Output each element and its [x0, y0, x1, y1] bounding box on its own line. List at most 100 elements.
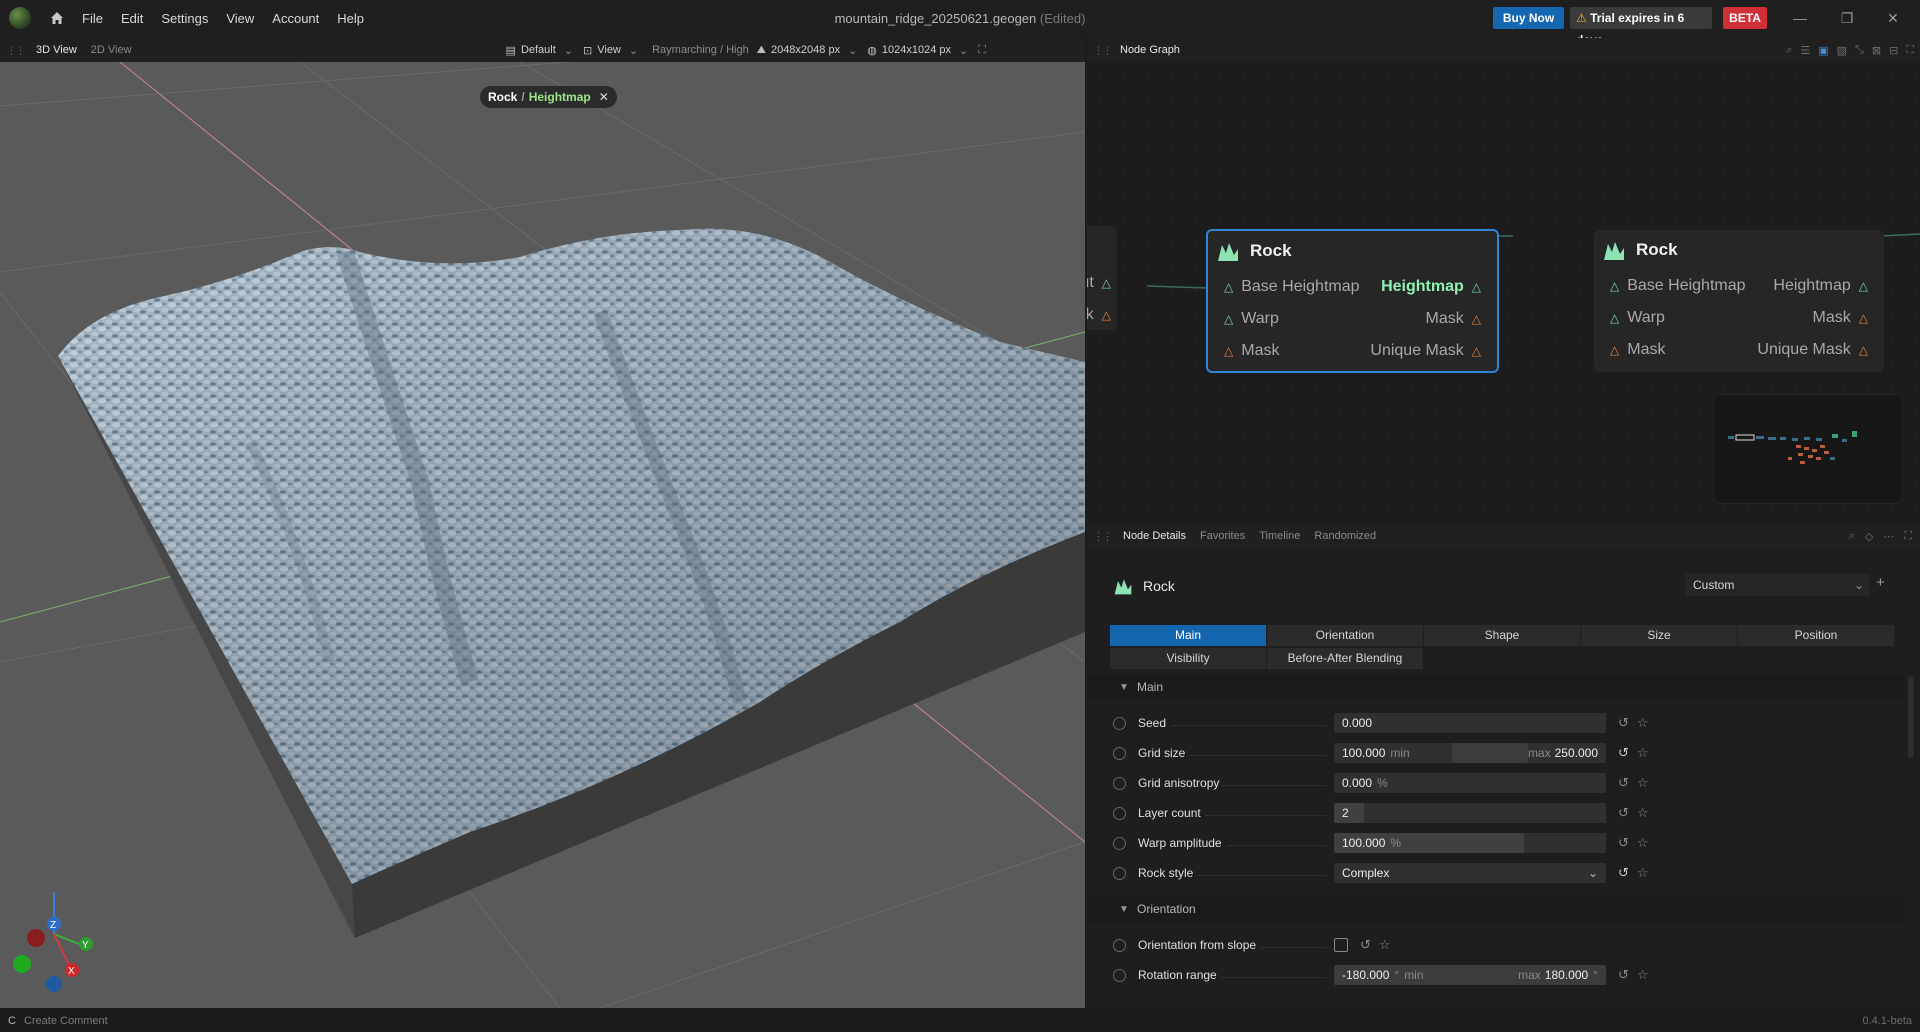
port-output-icon[interactable]: △ [1472, 344, 1481, 358]
diamond-icon[interactable]: ◇ [1865, 530, 1873, 543]
drag-handle-icon[interactable]: ⋮⋮ [1093, 44, 1113, 57]
menu-settings[interactable]: Settings [152, 11, 217, 26]
star-icon[interactable]: ☆ [1637, 835, 1649, 851]
details-scrollbar[interactable] [1908, 676, 1914, 758]
rock-node-selected[interactable]: Rock △ Base Heightmap Heightmap △ △ Warp Mask… [1206, 229, 1499, 373]
section-main[interactable]: ▼ Main [1087, 674, 1905, 700]
buy-now-button[interactable]: Buy Now [1493, 7, 1564, 29]
render-mode-label[interactable]: Raymarching / High [652, 44, 749, 56]
reset-icon[interactable]: ↺ [1618, 835, 1629, 851]
drag-handle-icon[interactable]: ⋮⋮ [1093, 530, 1113, 543]
layer-count-slider[interactable]: 2 [1334, 803, 1606, 823]
tab-3d-view[interactable]: 3D View [29, 40, 84, 60]
search-icon[interactable]: ⌕ [1786, 44, 1792, 57]
orientation-from-slope-checkbox[interactable] [1334, 938, 1348, 952]
menu-edit[interactable]: Edit [112, 11, 152, 26]
param-toggle[interactable] [1113, 836, 1126, 850]
chevron-down-icon[interactable]: ⌄ [959, 44, 968, 57]
viewport-3d[interactable]: Z Y X [0, 62, 1085, 1008]
param-toggle[interactable] [1113, 806, 1126, 820]
reset-icon[interactable]: ↺ [1618, 745, 1629, 761]
close-icon[interactable]: ✕ [599, 90, 609, 104]
grid-view-icon[interactable]: ▣ [1818, 44, 1828, 57]
port-input-icon[interactable]: △ [1224, 344, 1233, 358]
more-icon[interactable]: ⋯ [1883, 530, 1894, 543]
star-icon[interactable]: ☆ [1637, 745, 1649, 761]
star-icon[interactable]: ☆ [1637, 967, 1649, 983]
port-input-icon[interactable]: △ [1610, 279, 1619, 293]
menu-file[interactable]: File [73, 11, 112, 26]
port-input-icon[interactable]: △ [1224, 280, 1233, 294]
reset-icon[interactable]: ↺ [1618, 967, 1629, 983]
fit-view-icon[interactable]: ⊠ [1872, 44, 1881, 57]
trial-badge[interactable]: ⚠ Trial expires in 6 days [1570, 7, 1712, 47]
tab-orientation[interactable]: Orientation [1267, 625, 1423, 646]
param-toggle[interactable] [1113, 716, 1126, 730]
port-output-icon[interactable]: △ [1472, 280, 1481, 294]
rock-node[interactable]: Rock △ Base Heightmap Heightmap △ △ Warp Mask… [1594, 230, 1884, 372]
tab-before-after-blending[interactable]: Before-After Blending [1267, 648, 1423, 669]
graph-minimap[interactable] [1713, 394, 1903, 504]
port-output-icon[interactable]: △ [1859, 343, 1868, 357]
reset-icon[interactable]: ↺ [1618, 775, 1629, 791]
grid-size-range-slider[interactable]: 100.000 min max 250.000 [1334, 743, 1606, 763]
menu-help[interactable]: Help [328, 11, 373, 26]
star-icon[interactable]: ☆ [1637, 775, 1649, 791]
param-toggle[interactable] [1113, 746, 1126, 760]
close-icon[interactable]: ✕ [1873, 0, 1913, 36]
home-icon[interactable] [49, 10, 65, 26]
fullscreen-icon[interactable]: ⛶ [978, 44, 986, 57]
tab-2d-view[interactable]: 2D View [84, 40, 139, 60]
list-icon[interactable]: ☰ [1800, 44, 1810, 57]
reset-icon[interactable]: ↺ [1618, 865, 1629, 881]
tab-main[interactable]: Main [1110, 625, 1266, 646]
output-breadcrumb[interactable]: Rock / Heightmap ✕ [480, 86, 617, 108]
warp-amplitude-slider[interactable]: 100.000% [1334, 833, 1606, 853]
port-output-icon[interactable]: △ [1859, 279, 1868, 293]
search-icon[interactable]: ⌕ [1849, 530, 1855, 543]
resolution-dropdown[interactable]: ⛰ 2048x2048 px [757, 44, 840, 57]
tab-shape[interactable]: Shape [1424, 625, 1580, 646]
port-output-icon[interactable]: △ [1859, 311, 1868, 325]
port-output-icon[interactable]: △ [1472, 312, 1481, 326]
maximize-icon[interactable]: ❐ [1827, 0, 1867, 36]
star-icon[interactable]: ☆ [1637, 805, 1649, 821]
menu-view[interactable]: View [217, 11, 263, 26]
param-toggle[interactable] [1113, 938, 1126, 952]
minimize-icon[interactable]: — [1780, 0, 1820, 36]
port-input-icon[interactable]: △ [1224, 312, 1233, 326]
fullscreen-icon[interactable]: ⛶ [1906, 44, 1914, 57]
view-dropdown[interactable]: ⊡ View [583, 44, 621, 57]
tab-size[interactable]: Size [1581, 625, 1737, 646]
star-icon[interactable]: ☆ [1637, 715, 1649, 731]
tab-favorites[interactable]: Favorites [1193, 530, 1252, 542]
tab-position[interactable]: Position [1738, 625, 1894, 646]
star-icon[interactable]: ☆ [1379, 937, 1391, 953]
rock-style-select[interactable]: Complex ⌄ [1334, 863, 1606, 883]
port-input-icon[interactable]: △ [1610, 311, 1619, 325]
menu-account[interactable]: Account [263, 11, 328, 26]
preset-select[interactable]: Custom ⌄ [1685, 574, 1870, 596]
preset-dropdown[interactable]: ▤ Default [506, 44, 556, 57]
reset-icon[interactable]: ↺ [1360, 937, 1371, 953]
add-preset-icon[interactable]: + [1876, 574, 1885, 591]
tab-randomized[interactable]: Randomized [1307, 530, 1383, 542]
chevron-down-icon[interactable]: ⌄ [629, 44, 638, 57]
port-input-icon[interactable]: △ [1610, 343, 1619, 357]
port-output-icon[interactable]: △ [1102, 308, 1111, 322]
tab-node-details[interactable]: Node Details [1116, 530, 1193, 542]
fullscreen-icon[interactable]: ⛶ [1904, 530, 1912, 543]
seed-input[interactable]: 0.000 [1334, 713, 1606, 733]
chevron-down-icon[interactable]: ⌄ [848, 44, 857, 57]
param-toggle[interactable] [1113, 968, 1126, 982]
tab-visibility[interactable]: Visibility [1110, 648, 1266, 669]
star-icon[interactable]: ☆ [1637, 865, 1649, 881]
node-partial[interactable]: ut △ sk △ [1087, 226, 1117, 330]
frame-icon[interactable]: ⊟ [1889, 44, 1898, 57]
tab-timeline[interactable]: Timeline [1252, 530, 1307, 542]
param-toggle[interactable] [1113, 866, 1126, 880]
param-toggle[interactable] [1113, 776, 1126, 790]
preview-resolution-dropdown[interactable]: ◍ 1024x1024 px [867, 44, 951, 57]
reset-icon[interactable]: ↺ [1618, 805, 1629, 821]
port-output-icon[interactable]: △ [1102, 276, 1111, 290]
